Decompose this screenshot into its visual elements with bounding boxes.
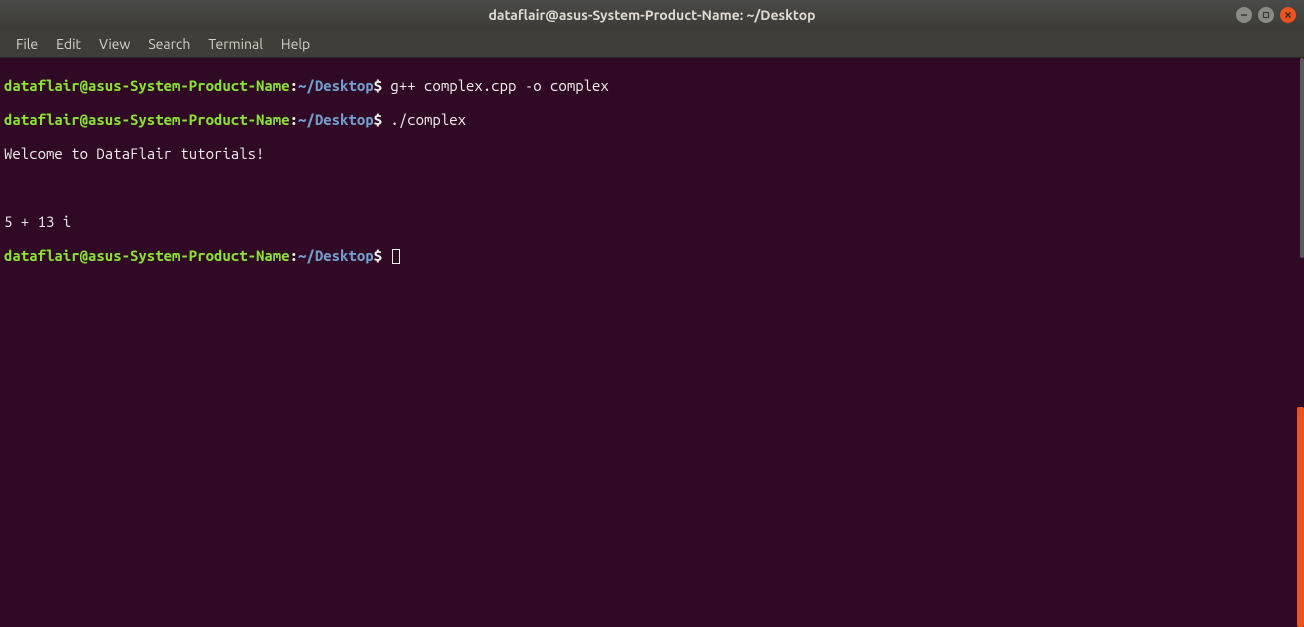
titlebar: dataflair@asus-System-Product-Name: ~/De… (0, 0, 1304, 30)
prompt-dir: /Desktop (306, 77, 373, 94)
prompt-dir: /Desktop (306, 111, 373, 128)
menu-terminal[interactable]: Terminal (200, 34, 271, 54)
command-text: g++ complex.cpp -o complex (382, 77, 609, 94)
prompt-dollar: $ (374, 77, 382, 94)
prompt-user-host: dataflair@asus-System-Product-Name (4, 111, 290, 128)
prompt-dollar: $ (374, 111, 382, 128)
scrollbar-thumb-grey[interactable] (1300, 58, 1304, 258)
prompt-user-host: dataflair@asus-System-Product-Name (4, 77, 290, 94)
command-text: ./complex (382, 111, 466, 128)
terminal-line: dataflair@asus-System-Product-Name:~/Des… (4, 77, 1300, 94)
close-button[interactable] (1280, 7, 1296, 23)
prompt-colon: : (290, 77, 298, 94)
terminal-output: 5 + 13 i (4, 213, 1300, 230)
menu-edit[interactable]: Edit (48, 34, 89, 54)
prompt-dollar: $ (374, 247, 382, 264)
prompt-dir: /Desktop (306, 247, 373, 264)
maximize-button[interactable] (1258, 7, 1274, 23)
prompt-colon: : (290, 111, 298, 128)
menu-file[interactable]: File (8, 34, 46, 54)
menubar: File Edit View Search Terminal Help (0, 30, 1304, 58)
cursor-icon (392, 249, 400, 264)
terminal-line: dataflair@asus-System-Product-Name:~/Des… (4, 247, 1300, 264)
terminal-line: dataflair@asus-System-Product-Name:~/Des… (4, 111, 1300, 128)
scrollbar-track[interactable] (1296, 58, 1304, 627)
terminal-area[interactable]: dataflair@asus-System-Product-Name:~/Des… (0, 58, 1304, 627)
menu-view[interactable]: View (91, 34, 138, 54)
minimize-button[interactable] (1236, 7, 1252, 23)
menu-help[interactable]: Help (273, 34, 318, 54)
terminal-blank-line (4, 179, 1300, 196)
menu-search[interactable]: Search (140, 34, 198, 54)
scrollbar-thumb-orange[interactable] (1297, 407, 1304, 627)
window-controls (1236, 7, 1296, 23)
prompt-colon: : (290, 247, 298, 264)
terminal-output: Welcome to DataFlair tutorials! (4, 145, 1300, 162)
prompt-user-host: dataflair@asus-System-Product-Name (4, 247, 290, 264)
window-title: dataflair@asus-System-Product-Name: ~/De… (488, 7, 815, 23)
command-text (382, 247, 390, 264)
